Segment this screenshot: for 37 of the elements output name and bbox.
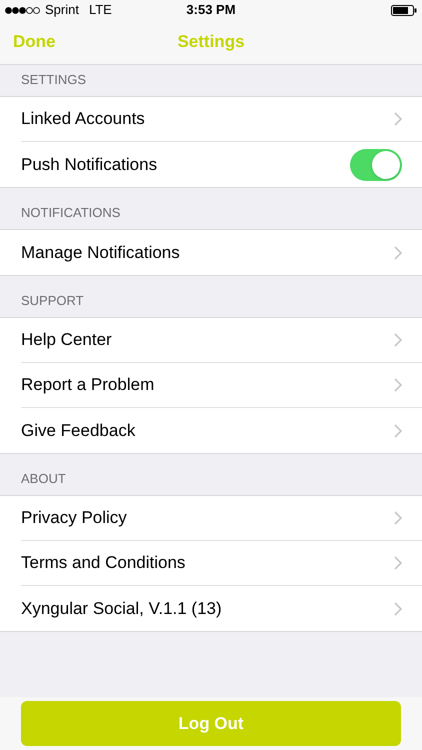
settings-row[interactable]: Linked Accounts (0, 97, 422, 142)
row-label: Linked Accounts (21, 108, 146, 130)
settings-row[interactable]: Terms and Conditions (0, 541, 422, 586)
settings-row[interactable]: Help Center (0, 318, 422, 363)
chevron-right-icon (394, 511, 402, 525)
nav-title: Settings (177, 31, 245, 54)
section-header: ABOUT (21, 470, 66, 488)
row-label: Push Notifications (21, 154, 158, 176)
chevron-right-icon (394, 112, 402, 126)
battery-icon (391, 4, 417, 16)
row-label: Report a Problem (21, 374, 156, 396)
settings-row[interactable]: Report a Problem (0, 363, 422, 408)
settings-row[interactable]: Give Feedback (0, 408, 422, 453)
clock-time: 3:53 PM (186, 1, 236, 20)
row-label: Manage Notifications (21, 242, 181, 264)
section-header: SUPPORT (21, 292, 84, 310)
carrier-name: Sprint (45, 1, 79, 20)
settings-row[interactable]: Xyngular Social, V.1.1 (13) (0, 586, 422, 631)
row-label: Help Center (21, 329, 113, 352)
row-label: Give Feedback (21, 420, 136, 442)
settings-row[interactable]: Push Notifications (0, 142, 422, 187)
row-label: Terms and Conditions (21, 552, 186, 574)
row-label: Xyngular Social, V.1.1 (13) (21, 598, 223, 620)
network-type: LTE (88, 1, 112, 20)
settings-row[interactable]: Manage Notifications (0, 230, 422, 275)
settings-row[interactable]: Privacy Policy (0, 496, 422, 541)
chevron-right-icon (394, 246, 402, 260)
signal-strength-icon (5, 6, 41, 14)
section-header: SETTINGS (21, 70, 86, 88)
chevron-right-icon (394, 333, 402, 347)
chevron-right-icon (394, 556, 402, 570)
row-label: Privacy Policy (21, 507, 128, 530)
section-header: NOTIFICATIONS (21, 204, 120, 222)
chevron-right-icon (394, 424, 402, 438)
chevron-right-icon (394, 602, 402, 616)
toggle-switch[interactable] (350, 148, 402, 180)
chevron-right-icon (394, 378, 402, 392)
